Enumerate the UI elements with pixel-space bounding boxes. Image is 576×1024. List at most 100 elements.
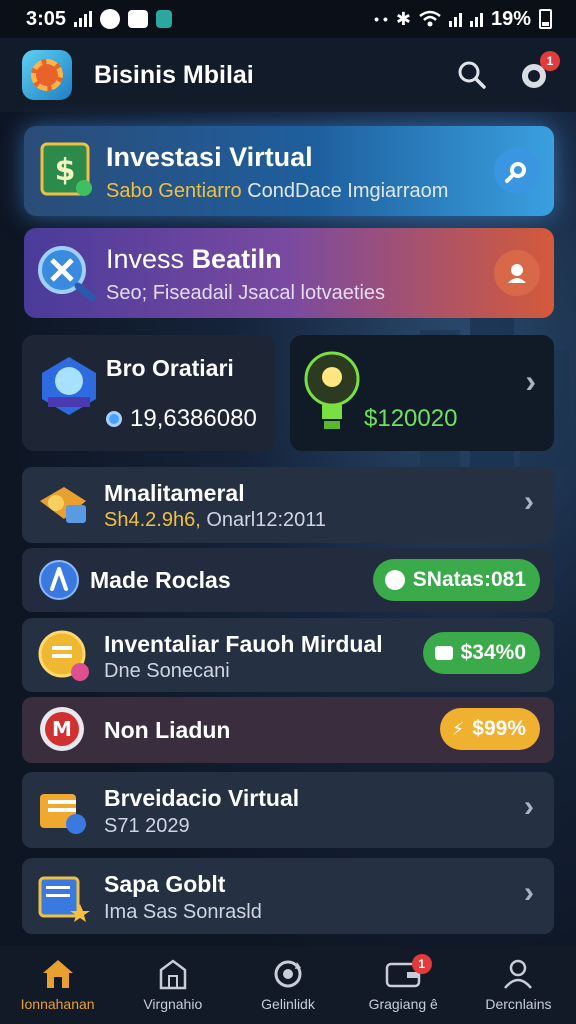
status-pill[interactable]: ⚡ $99%: [439, 708, 540, 750]
nav-label: Gelinlidk: [261, 996, 315, 1012]
signal-strength-icon: [448, 11, 462, 27]
card-subtitle-b: CondDace Imgiarraom: [247, 180, 449, 202]
nav-label: Dercnlains: [485, 996, 552, 1012]
money-book-icon: $: [40, 142, 92, 196]
metro-badge-icon: M: [40, 707, 84, 751]
chevron-right-icon: ›: [524, 485, 534, 518]
status-pill[interactable]: SNatas:081: [372, 559, 540, 601]
status-time: 3:05: [26, 7, 67, 30]
store-icon: [159, 959, 187, 990]
bluetooth-icon: ✱: [395, 8, 411, 29]
gear-icon: [31, 59, 63, 91]
balance-card[interactable]: Bro Oratiari 19,6386080: [22, 335, 275, 451]
search-button[interactable]: [452, 55, 492, 95]
tag-icon: [434, 646, 453, 660]
row-subtitle: S71 2029: [104, 815, 190, 837]
card-title-b: Beatiln: [191, 244, 282, 274]
nav-badge: 1: [411, 954, 432, 974]
card-subtitle-a: Sabo Gentiarro: [106, 180, 242, 202]
nav-item-wallet[interactable]: 1 Gragiang ê: [346, 946, 461, 1024]
card-title-a: Invess: [106, 244, 185, 274]
bottom-nav: Ionnahanan Virgnahio Gelinlidk 1 Gragian…: [0, 946, 576, 1024]
home-icon: [42, 960, 73, 988]
row-subtitle: Sh4.2.9h6, Onarl12:2011: [104, 509, 326, 532]
gold-coins-icon: [40, 487, 86, 523]
row-subtitle-b: Onarl12:2011: [206, 509, 327, 531]
row-title: Brveidacio Virtual: [104, 785, 300, 811]
status-pill[interactable]: $34%0: [422, 632, 540, 674]
app-notification-icon: [100, 9, 121, 29]
dots-icon: • •: [374, 11, 388, 27]
card-subtitle: Seo; Fiseadail Jsacal lotvaeties: [106, 282, 386, 304]
profile-icon: [508, 264, 526, 283]
nav-label: Virgnahio: [143, 996, 203, 1012]
notification-badge: 1: [540, 51, 560, 71]
row-subtitle: Dne Sonecani: [104, 660, 230, 682]
profile-icon: [504, 959, 533, 989]
list-item[interactable]: Brveidacio Virtual S71 2029 ›: [22, 772, 554, 848]
row-subtitle: Ima Sas Sonrasld: [104, 901, 262, 923]
wifi-icon: [419, 10, 441, 27]
signal-strength-2-icon: [469, 11, 483, 27]
chevron-right-icon: ›: [524, 790, 534, 823]
crystal-gear-icon: [42, 357, 96, 415]
bolt-icon: ⚡: [451, 718, 465, 739]
row-title: Mnalitameral: [104, 480, 245, 506]
search-icon: [458, 61, 486, 89]
lightbulb-icon: [304, 351, 360, 429]
compass-icon: [38, 246, 96, 302]
page-title: Bisinis Mbilai: [94, 60, 254, 89]
search-icon: [505, 162, 526, 183]
nav-item-profile[interactable]: Dercnlains: [461, 946, 576, 1024]
chevron-right-icon[interactable]: ›: [525, 363, 536, 400]
nav-item-store[interactable]: Virgnahio: [115, 946, 230, 1024]
chat-icon: [384, 570, 405, 590]
investment-beat-card[interactable]: Invess Beatiln Seo; Fiseadail Jsacal lot…: [24, 228, 554, 318]
row-title: Non Liadun: [104, 717, 231, 743]
search-round-button[interactable]: [494, 148, 540, 194]
shield-notification-icon: [156, 10, 173, 28]
pill-label: SNatas:081: [412, 568, 526, 591]
nav-label: Gragiang ê: [368, 996, 438, 1012]
status-right: • • ✱ 19%: [374, 8, 552, 31]
list-item[interactable]: Mnalitameral Sh4.2.9h6, Onarl12:2011 ›: [22, 467, 554, 543]
nav-item-refresh[interactable]: Gelinlidk: [230, 946, 345, 1024]
gold-coin-icon: [38, 630, 89, 681]
pill-label: $34%0: [460, 641, 526, 664]
svg-text:$: $: [55, 153, 76, 188]
list-item[interactable]: Sapa Goblt Ima Sas Sonrasld ›: [22, 858, 554, 934]
chevron-right-icon: ›: [524, 876, 534, 909]
stat-value: 19,6386080: [130, 405, 257, 432]
message-icon: [128, 10, 149, 28]
signal-icon: [74, 11, 93, 27]
list-item[interactable]: Made Roclas SNatas:081: [22, 548, 554, 612]
app-logo[interactable]: [22, 50, 72, 100]
stat-title: Bro Oratiari: [106, 355, 234, 381]
battery-percent: 19%: [490, 7, 531, 30]
idea-value: $120020: [364, 405, 458, 432]
list-item[interactable]: Inventaliar Fauoh Mirdual Dne Sonecani $…: [22, 618, 554, 692]
row-title: Made Roclas: [90, 567, 231, 593]
nav-item-home[interactable]: Ionnahanan: [0, 946, 115, 1024]
app-header: Bisinis Mbilai 1: [0, 38, 576, 112]
svg-text:M: M: [52, 717, 72, 741]
idea-card[interactable]: $120020 ›: [290, 335, 554, 451]
folder-icon: [40, 794, 86, 834]
row-title: Sapa Goblt: [104, 871, 226, 897]
refresh-icon: [274, 960, 302, 988]
coin-dot-icon: [106, 411, 122, 427]
status-left: 3:05: [26, 7, 173, 31]
card-title: Invess Beatiln: [106, 244, 282, 275]
status-bar: 3:05 • • ✱ 19%: [0, 0, 576, 38]
notification-button[interactable]: 1: [514, 51, 560, 95]
virtual-investment-card[interactable]: $ Investasi Virtual Sabo Gentiarro CondD…: [24, 126, 554, 216]
battery-icon: [539, 9, 552, 29]
profile-round-button[interactable]: [494, 250, 540, 296]
row-title: Inventaliar Fauoh Mirdual: [104, 631, 383, 657]
ribbon-icon: [39, 560, 79, 600]
list-item[interactable]: M Non Liadun ⚡ $99%: [22, 697, 554, 763]
card-title: Investasi Virtual: [106, 142, 313, 172]
nav-label: Ionnahanan: [20, 996, 95, 1012]
row-subtitle-a: Sh4.2.9h6,: [104, 509, 201, 531]
card-subtitle: Sabo Gentiarro CondDace Imgiarraom: [106, 180, 448, 203]
